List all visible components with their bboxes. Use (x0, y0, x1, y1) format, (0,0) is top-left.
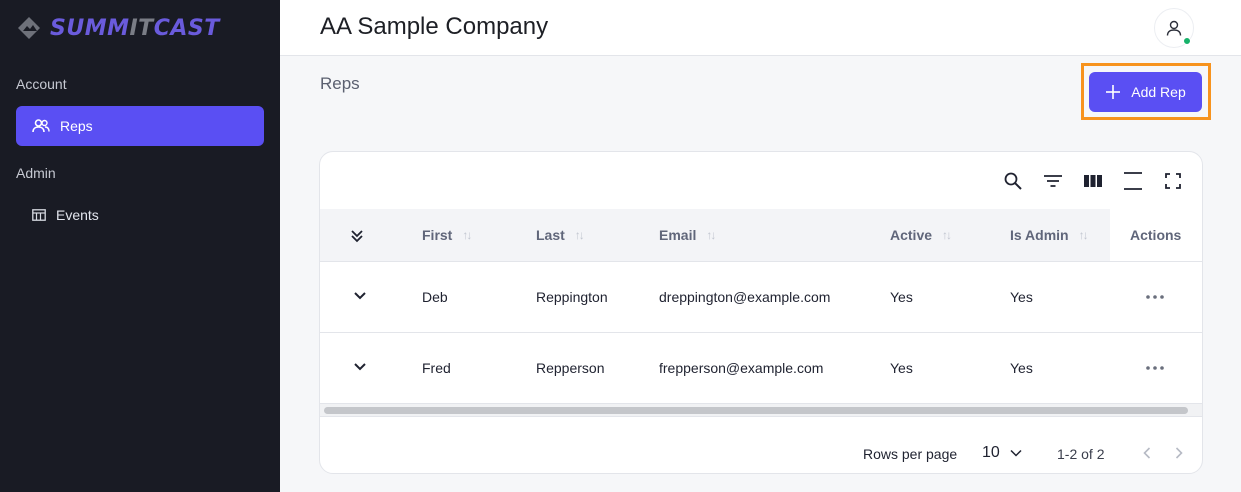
cell-active: Yes (890, 289, 913, 305)
expand-all-button[interactable] (350, 209, 364, 261)
scrollbar-thumb[interactable] (324, 407, 1188, 414)
avatar[interactable] (1154, 8, 1194, 48)
brand-name: SUMMITCAST (50, 15, 220, 41)
chevron-down-icon (354, 292, 366, 300)
chevron-down-icon (1010, 449, 1022, 457)
sidebar-item-label: Events (56, 207, 99, 223)
sidebar-item-reps[interactable]: Reps (16, 106, 264, 146)
search-icon (1004, 172, 1022, 190)
sort-icon: ↑↓ (462, 228, 472, 242)
rows-per-page-label: Rows per page (863, 446, 958, 462)
chevron-right-icon (1175, 447, 1183, 459)
row-actions-button[interactable] (1146, 333, 1164, 403)
cell-is-admin: Yes (1010, 360, 1033, 376)
page-title: AA Sample Company (320, 13, 549, 40)
mountain-logo-icon (18, 17, 40, 39)
sort-icon: ↑↓ (574, 228, 585, 242)
column-header-email[interactable]: Email ↑↓ (659, 209, 716, 261)
sort-icon: ↑↓ (1078, 228, 1089, 242)
sidebar: SUMMITCAST Account Reps Admin Events (0, 0, 280, 492)
row-actions-button[interactable] (1146, 262, 1164, 332)
users-icon (32, 119, 50, 133)
filter-button[interactable] (1042, 170, 1064, 192)
fullscreen-button[interactable] (1162, 170, 1184, 192)
plus-icon (1106, 85, 1121, 99)
sort-icon: ↑↓ (942, 228, 952, 242)
cell-email: dreppington@example.com (659, 289, 831, 305)
add-rep-button[interactable]: Add Rep (1089, 72, 1202, 112)
rows-per-page-value: 10 (982, 444, 1000, 461)
next-page-button[interactable] (1170, 442, 1188, 464)
table-toolbar (1002, 170, 1184, 192)
fullscreen-icon (1165, 173, 1181, 189)
column-header-active[interactable]: Active ↑↓ (890, 209, 952, 261)
search-button[interactable] (1002, 170, 1024, 192)
chevron-down-icon (354, 363, 366, 371)
column-header-actions: Actions (1130, 227, 1182, 243)
sidebar-section-admin: Admin (16, 165, 56, 181)
table-pagination: Rows per page 10 1-2 of 2 (320, 420, 1202, 473)
horizontal-scrollbar[interactable] (320, 403, 1202, 417)
sidebar-item-label: Reps (60, 118, 93, 134)
columns-icon (1084, 175, 1102, 187)
add-rep-label: Add Rep (1131, 84, 1186, 100)
more-horizontal-icon (1146, 295, 1164, 299)
sidebar-section-account: Account (16, 76, 67, 92)
cell-first: Fred (422, 360, 451, 376)
table-icon (32, 209, 46, 221)
density-icon (1124, 172, 1142, 190)
expand-row-button[interactable] (350, 357, 370, 377)
table-row: Deb Reppington dreppington@example.com Y… (320, 261, 1202, 332)
table-header: First ↑↓ Last ↑↓ Email ↑↓ Active ↑↓ Is Admin… (320, 209, 1110, 261)
cell-last: Reppington (536, 289, 608, 305)
column-header-last[interactable]: Last ↑↓ (536, 209, 585, 261)
pagination-range: 1-2 of 2 (1057, 446, 1105, 462)
table-row: Fred Repperson frepperson@example.com Ye… (320, 332, 1202, 403)
columns-button[interactable] (1082, 170, 1104, 192)
filter-icon (1044, 175, 1062, 187)
previous-page-button[interactable] (1138, 442, 1156, 464)
pagination-controls (1138, 442, 1188, 464)
chevron-left-icon (1143, 447, 1151, 459)
brand-logo[interactable]: SUMMITCAST (16, 14, 220, 42)
reps-table-card: First ↑↓ Last ↑↓ Email ↑↓ Active ↑↓ Is Admin… (319, 151, 1203, 474)
column-header-first[interactable]: First ↑↓ (422, 209, 472, 261)
top-header: AA Sample Company (280, 0, 1241, 56)
cell-email: frepperson@example.com (659, 360, 824, 376)
sidebar-item-events[interactable]: Events (16, 195, 264, 235)
density-button[interactable] (1122, 170, 1144, 192)
cell-last: Repperson (536, 360, 605, 376)
sort-icon: ↑↓ (706, 228, 716, 242)
user-icon (1166, 20, 1182, 36)
section-title: Reps (320, 74, 360, 93)
cell-is-admin: Yes (1010, 289, 1033, 305)
online-status-dot (1183, 37, 1191, 45)
more-horizontal-icon (1146, 366, 1164, 370)
expand-row-button[interactable] (350, 286, 370, 306)
app: SUMMITCAST Account Reps Admin Events AA (0, 0, 1241, 492)
rows-per-page-select[interactable]: 10 (982, 444, 1022, 462)
column-header-is-admin[interactable]: Is Admin ↑↓ (1010, 209, 1089, 261)
cell-active: Yes (890, 360, 913, 376)
double-chevron-down-icon (351, 230, 363, 243)
cell-first: Deb (422, 289, 448, 305)
